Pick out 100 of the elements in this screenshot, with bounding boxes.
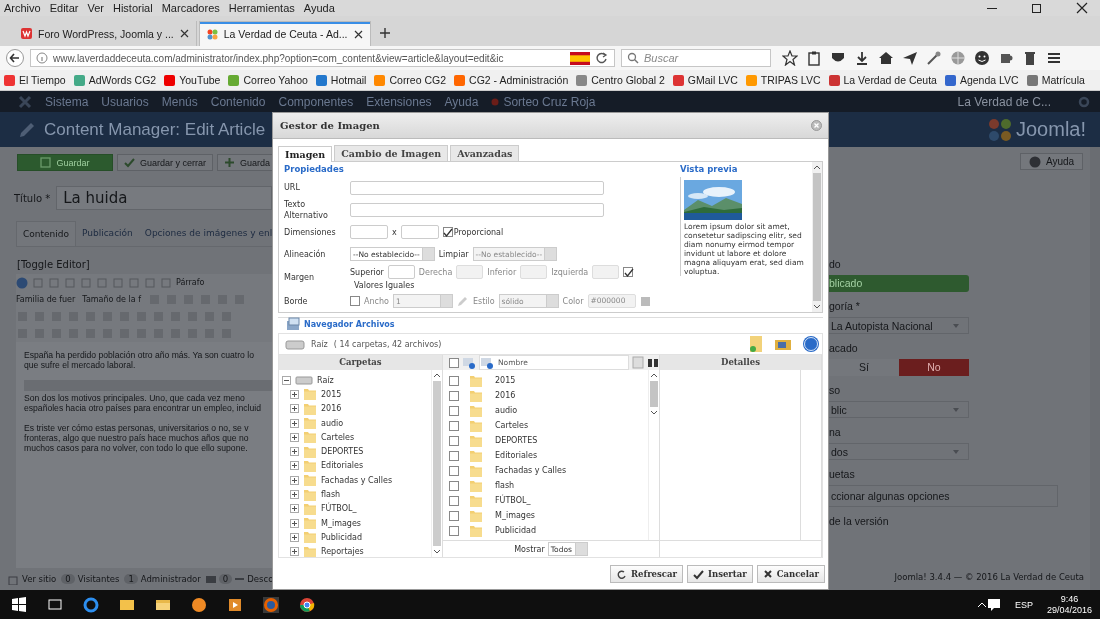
joomla-icon[interactable] xyxy=(18,94,32,109)
nav-menu-item[interactable]: Sistema xyxy=(45,94,89,109)
tab[interactable]: Avanzadas xyxy=(450,145,520,161)
menu-item[interactable]: Herramientas xyxy=(228,2,295,14)
chrome-icon[interactable] xyxy=(299,596,315,613)
nav-menu-item[interactable]: Usuarios xyxy=(101,94,149,109)
media-player-icon[interactable] xyxy=(227,596,243,613)
wand-icon[interactable] xyxy=(926,50,942,66)
notification-icon[interactable] xyxy=(986,597,1001,612)
scroll-down-icon[interactable] xyxy=(650,409,658,416)
status-select[interactable]: blicado xyxy=(829,275,969,292)
tree-item[interactable]: Fachadas y Calles xyxy=(321,475,393,485)
start-icon[interactable] xyxy=(11,596,27,613)
checkbox[interactable] xyxy=(623,267,634,278)
close-icon[interactable] xyxy=(1075,2,1089,14)
tab[interactable]: Imagen xyxy=(278,146,333,162)
smiley-icon[interactable] xyxy=(974,50,990,66)
checkbox[interactable] xyxy=(449,405,459,416)
bookmark[interactable]: Centro Global 2 xyxy=(575,73,665,87)
margin-field[interactable] xyxy=(387,265,415,280)
checkbox[interactable] xyxy=(449,357,459,368)
chevron-up-icon[interactable] xyxy=(976,600,987,609)
checkbox[interactable] xyxy=(442,227,453,238)
new-folder-icon[interactable] xyxy=(748,334,764,354)
toggle-option[interactable]: No xyxy=(899,359,969,376)
checkbox[interactable] xyxy=(449,525,459,536)
nav-menu-item[interactable]: Extensiones xyxy=(366,94,432,109)
height-field[interactable] xyxy=(400,225,439,240)
menu-item[interactable]: Ayuda xyxy=(303,2,335,14)
tab[interactable]: Cambio de Imagen xyxy=(334,145,449,161)
select-field[interactable]: blic xyxy=(829,401,969,418)
scrollbar-thumb[interactable] xyxy=(813,173,821,301)
clipboard-icon[interactable] xyxy=(806,50,822,66)
bookmark[interactable]: GMail LVC xyxy=(671,73,738,87)
expand-icon[interactable] xyxy=(290,461,299,471)
alt-text-field[interactable] xyxy=(350,203,604,218)
file-list-row[interactable]: flash xyxy=(449,478,648,493)
nav-menu-item[interactable]: Sorteo Cruz Roja xyxy=(491,94,596,109)
nav-menu-item[interactable]: Componentes xyxy=(278,94,354,109)
file-list-row[interactable]: 2015 xyxy=(449,373,648,388)
status-link[interactable]: Administrador xyxy=(140,574,201,584)
bookmark[interactable]: CG2 - Administración xyxy=(453,73,569,87)
toggle-editor-link[interactable]: [Toggle Editor] xyxy=(17,259,90,270)
close-icon[interactable] xyxy=(178,28,190,39)
file-list-row[interactable]: audio xyxy=(449,403,648,418)
paper-plane-icon[interactable] xyxy=(902,50,918,66)
expand-icon[interactable] xyxy=(290,389,299,399)
expand-icon[interactable] xyxy=(290,447,299,457)
scrollbar[interactable] xyxy=(1090,147,1100,590)
expand-icon[interactable] xyxy=(290,490,299,499)
browser-tab[interactable]: La Verdad de Ceuta - Ad... xyxy=(198,21,371,46)
new-tab-icon[interactable] xyxy=(378,27,391,39)
bookmark[interactable]: TRIPAS LVC xyxy=(744,73,821,87)
select-field[interactable]: La Autopista Nacional xyxy=(829,317,969,334)
tree-item[interactable]: FÚTBOL_ xyxy=(321,504,357,514)
checkbox[interactable] xyxy=(449,420,459,431)
maximize-icon[interactable] xyxy=(1030,2,1044,14)
task-view-icon[interactable] xyxy=(47,596,63,613)
scroll-up-icon[interactable] xyxy=(650,372,658,379)
file-list-row[interactable]: 2016 xyxy=(449,388,648,403)
trash-icon[interactable] xyxy=(1022,50,1038,66)
dialog-button[interactable]: Refrescar xyxy=(610,565,683,583)
globe-icon[interactable] xyxy=(950,50,966,66)
scroll-down-icon[interactable] xyxy=(813,303,821,310)
tree-item[interactable]: Publicidad xyxy=(321,532,362,542)
site-name-link[interactable]: La Verdad de C... xyxy=(957,94,1051,109)
tree-item[interactable]: DEPORTES xyxy=(321,447,364,457)
bookmark[interactable]: La Verdad de Ceuta xyxy=(827,73,937,87)
help-icon[interactable] xyxy=(16,276,28,289)
nav-menu-item[interactable]: Contenido xyxy=(210,94,266,109)
checkbox[interactable] xyxy=(449,510,459,521)
sort-icon[interactable] xyxy=(462,355,476,370)
checkbox[interactable] xyxy=(449,465,459,476)
expand-icon[interactable] xyxy=(290,418,299,428)
sort-icon[interactable] xyxy=(480,355,494,370)
scroll-up-icon[interactable] xyxy=(813,164,821,171)
collapse-icon[interactable] xyxy=(282,375,291,385)
file-list-row[interactable]: Fachadas y Calles xyxy=(449,463,648,478)
bookmark[interactable]: Hotmail xyxy=(314,73,367,87)
expand-icon[interactable] xyxy=(290,475,299,485)
app-icon[interactable] xyxy=(191,596,207,613)
menu-item[interactable]: Ver xyxy=(87,2,104,14)
download-icon[interactable] xyxy=(854,50,870,66)
expand-icon[interactable] xyxy=(290,432,299,442)
binoculars-icon[interactable] xyxy=(647,356,659,369)
checkbox[interactable] xyxy=(449,480,459,491)
select-field[interactable]: dos xyxy=(829,443,969,460)
file-list-row[interactable]: Editoriales xyxy=(449,448,648,463)
tree-item[interactable]: audio xyxy=(321,418,344,428)
firefox-icon[interactable] xyxy=(263,596,279,613)
title-field[interactable]: La huida xyxy=(56,186,272,210)
expand-icon[interactable] xyxy=(290,532,299,542)
menu-item[interactable]: Editar xyxy=(49,2,79,14)
status-link[interactable]: Ver sitio xyxy=(22,574,57,584)
tree-item[interactable]: Raíz xyxy=(317,375,334,385)
file-list-row[interactable]: Publicidad xyxy=(449,523,648,538)
toolbar-button[interactable]: Guarda xyxy=(216,154,272,171)
reload-icon[interactable] xyxy=(595,51,609,65)
address-bar[interactable]: www.laverdaddeceuta.com/administrator/index.php?option=com_content&view=article&layout=edit&ic xyxy=(30,49,615,67)
menu-item[interactable]: Archivo xyxy=(4,2,41,14)
